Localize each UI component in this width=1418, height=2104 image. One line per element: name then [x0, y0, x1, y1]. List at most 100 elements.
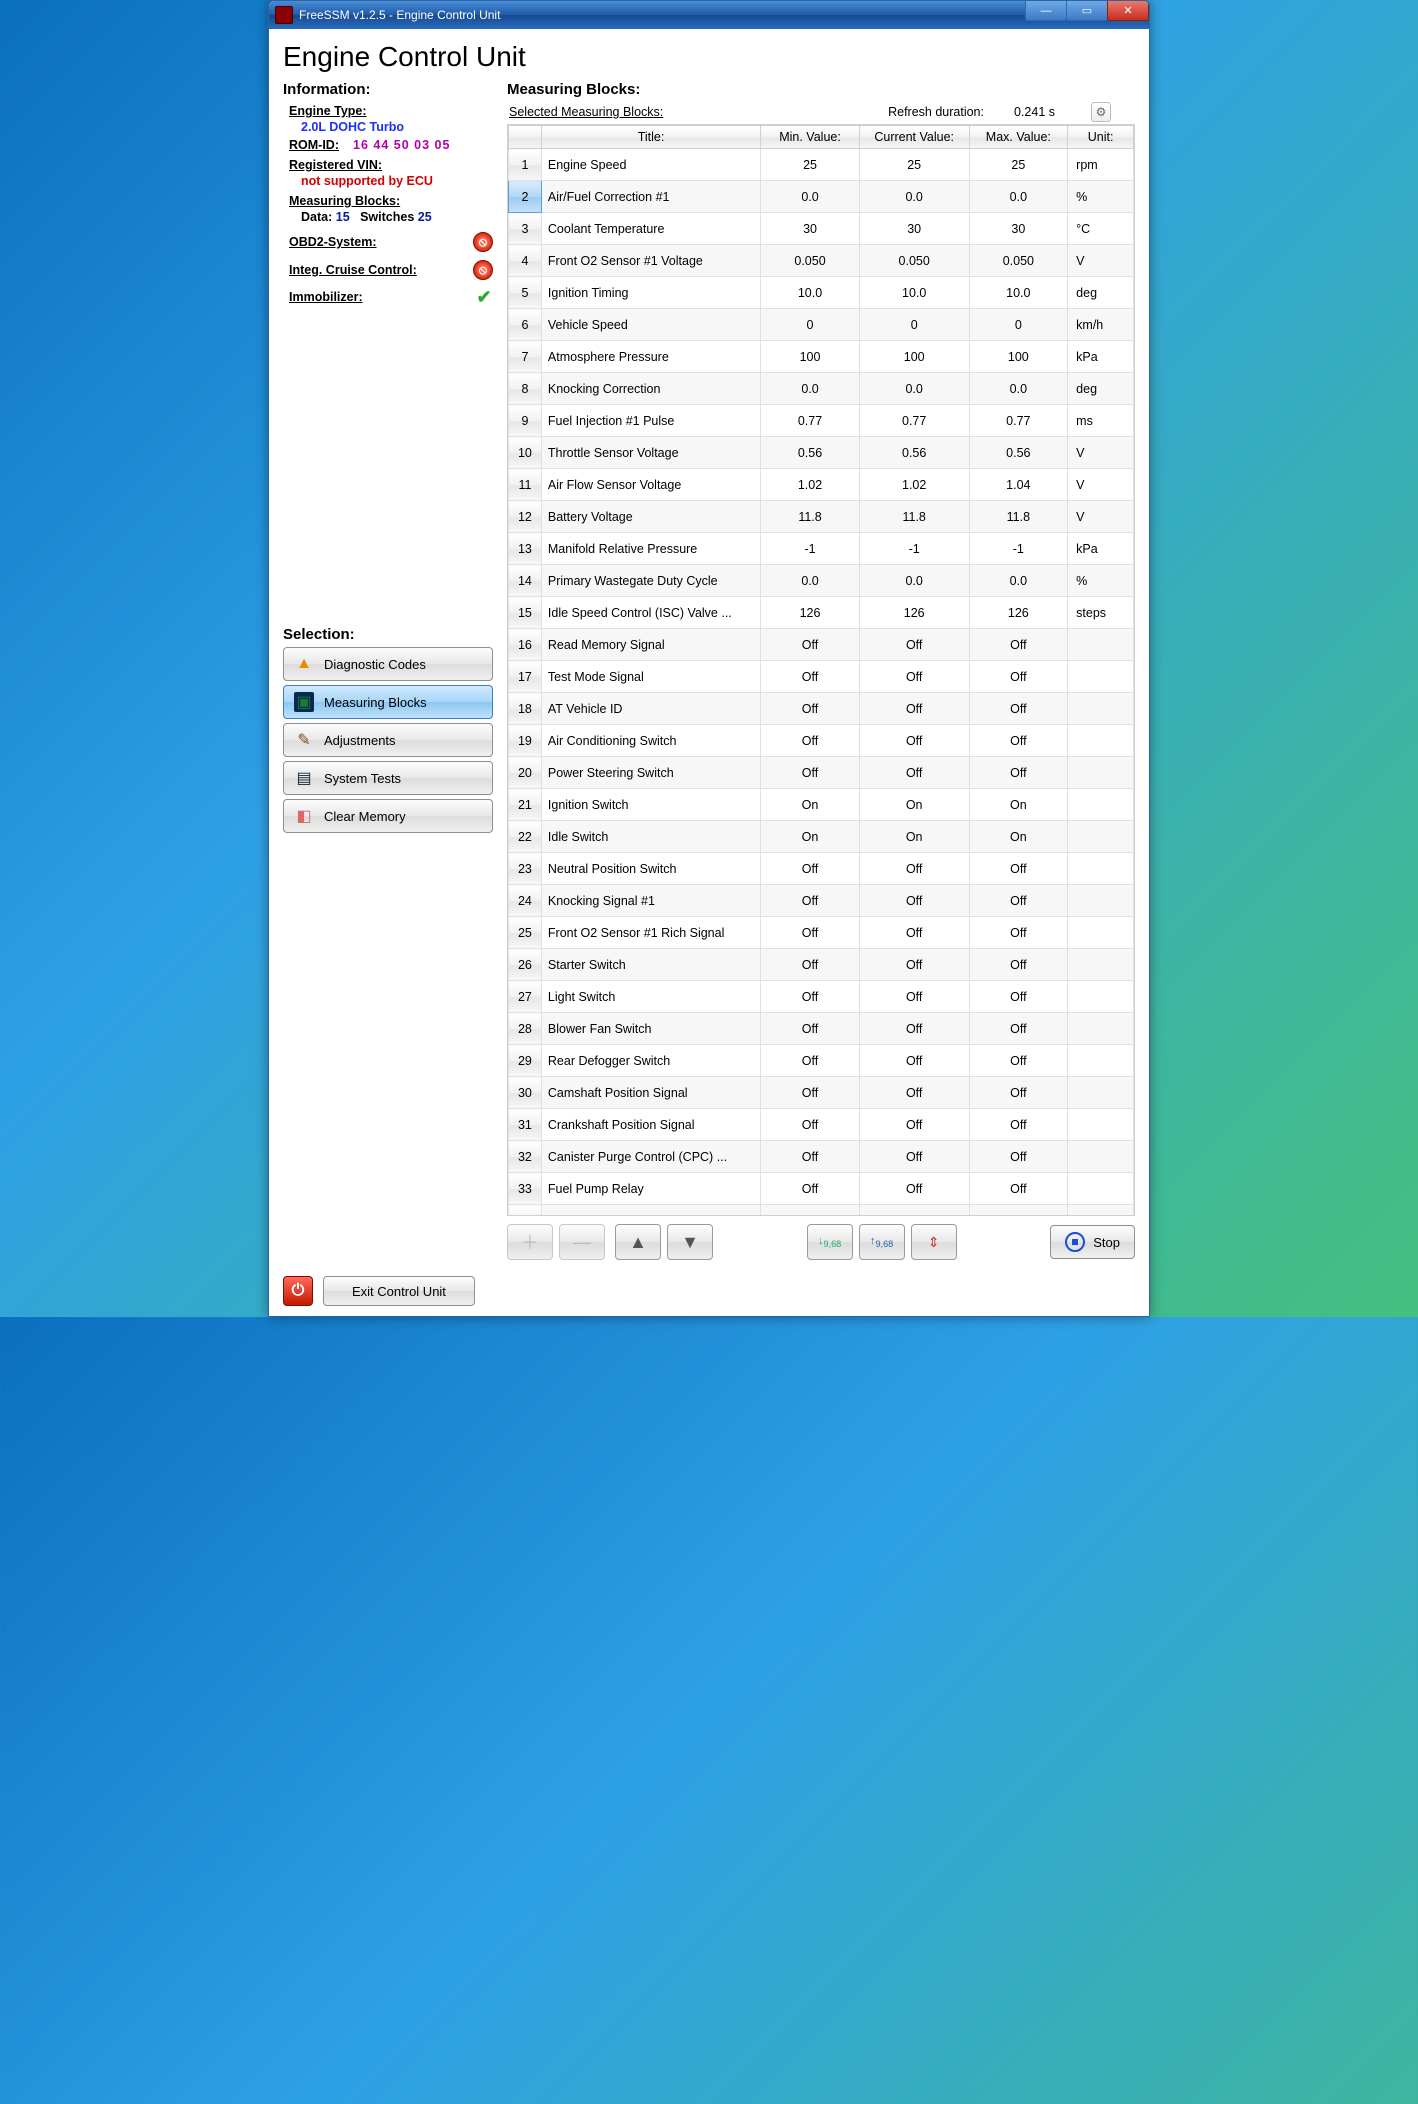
maximize-button[interactable]: ▭: [1066, 1, 1108, 21]
row-index[interactable]: 32: [509, 1141, 542, 1173]
table-row[interactable]: 14Primary Wastegate Duty Cycle0.00.00.0%: [509, 565, 1134, 597]
minimize-button[interactable]: —: [1025, 1, 1067, 21]
table-row[interactable]: 31Crankshaft Position SignalOffOffOff: [509, 1109, 1134, 1141]
table-row[interactable]: 19Air Conditioning SwitchOffOffOff: [509, 725, 1134, 757]
table-row[interactable]: 5Ignition Timing10.010.010.0deg: [509, 277, 1134, 309]
row-index[interactable]: 13: [509, 533, 542, 565]
row-index[interactable]: 14: [509, 565, 542, 597]
row-index[interactable]: 26: [509, 949, 542, 981]
exit-control-unit-button[interactable]: Exit Control Unit: [323, 1276, 475, 1306]
col-unit[interactable]: Unit:: [1068, 126, 1134, 149]
table-row[interactable]: 6Vehicle Speed000km/h: [509, 309, 1134, 341]
table-row[interactable]: 25Front O2 Sensor #1 Rich SignalOffOffOf…: [509, 917, 1134, 949]
table-row[interactable]: 18AT Vehicle IDOffOffOff: [509, 693, 1134, 725]
table-row[interactable]: 24Knocking Signal #1OffOffOff: [509, 885, 1134, 917]
row-index[interactable]: 28: [509, 1013, 542, 1045]
table-row[interactable]: 17Test Mode SignalOffOffOff: [509, 661, 1134, 693]
col-current[interactable]: Current Value:: [859, 126, 969, 149]
clear-memory-button[interactable]: ◧ Clear Memory: [283, 799, 493, 833]
system-tests-button[interactable]: ▤ System Tests: [283, 761, 493, 795]
table-row[interactable]: 20Power Steering SwitchOffOffOff: [509, 757, 1134, 789]
row-current: Off: [859, 1141, 969, 1173]
table-row[interactable]: 15Idle Speed Control (ISC) Valve ...1261…: [509, 597, 1134, 629]
table-row[interactable]: 28Blower Fan SwitchOffOffOff: [509, 1013, 1134, 1045]
table-row[interactable]: 32Canister Purge Control (CPC) ...OffOff…: [509, 1141, 1134, 1173]
row-index[interactable]: 12: [509, 501, 542, 533]
table-row[interactable]: 7Atmosphere Pressure100100100kPa: [509, 341, 1134, 373]
row-index[interactable]: 33: [509, 1173, 542, 1205]
row-index[interactable]: 9: [509, 405, 542, 437]
row-index[interactable]: 31: [509, 1109, 542, 1141]
close-button[interactable]: ✕: [1107, 1, 1149, 21]
row-index[interactable]: 30: [509, 1077, 542, 1109]
row-index[interactable]: 29: [509, 1045, 542, 1077]
mb-table-scroll[interactable]: Title: Min. Value: Current Value: Max. V…: [508, 125, 1134, 1215]
row-index[interactable]: 15: [509, 597, 542, 629]
table-row[interactable]: 13Manifold Relative Pressure-1-1-1kPa: [509, 533, 1134, 565]
titlebar[interactable]: FreeSSM v1.2.5 - Engine Control Unit — ▭…: [269, 1, 1149, 29]
reset-all-button[interactable]: ⇕: [911, 1224, 957, 1260]
add-block-button[interactable]: ＋: [507, 1224, 553, 1260]
row-index[interactable]: 23: [509, 853, 542, 885]
obd2-label: OBD2-System:: [289, 235, 377, 249]
table-row[interactable]: 11Air Flow Sensor Voltage1.021.021.04V: [509, 469, 1134, 501]
row-index[interactable]: 4: [509, 245, 542, 277]
row-index[interactable]: 2: [509, 181, 542, 213]
max-reset-button[interactable]: ↑9,68: [859, 1224, 905, 1260]
adjustments-button[interactable]: ✎ Adjustments: [283, 723, 493, 757]
remove-block-button[interactable]: —: [559, 1224, 605, 1260]
row-index[interactable]: 6: [509, 309, 542, 341]
row-index[interactable]: 5: [509, 277, 542, 309]
row-index[interactable]: 27: [509, 981, 542, 1013]
table-row[interactable]: 33Fuel Pump RelayOffOffOff: [509, 1173, 1134, 1205]
table-row[interactable]: 4Front O2 Sensor #1 Voltage0.0500.0500.0…: [509, 245, 1134, 277]
table-row[interactable]: 8Knocking Correction0.00.00.0deg: [509, 373, 1134, 405]
measuring-blocks-button[interactable]: ▣ Measuring Blocks: [283, 685, 493, 719]
move-up-button[interactable]: ▲: [615, 1224, 661, 1260]
row-index[interactable]: 22: [509, 821, 542, 853]
table-row[interactable]: 26Starter SwitchOffOffOff: [509, 949, 1134, 981]
table-row[interactable]: 30Camshaft Position SignalOffOffOff: [509, 1077, 1134, 1109]
table-row[interactable]: 23Neutral Position SwitchOffOffOff: [509, 853, 1134, 885]
row-index[interactable]: 21: [509, 789, 542, 821]
table-row[interactable]: 22Idle SwitchOnOnOn: [509, 821, 1134, 853]
row-index[interactable]: 1: [509, 149, 542, 181]
table-row[interactable]: 21Ignition SwitchOnOnOn: [509, 789, 1134, 821]
row-index[interactable]: 3: [509, 213, 542, 245]
table-row[interactable]: 10Throttle Sensor Voltage0.560.560.56V: [509, 437, 1134, 469]
row-index[interactable]: 19: [509, 725, 542, 757]
col-title[interactable]: Title:: [541, 126, 760, 149]
table-row[interactable]: 27Light SwitchOffOffOff: [509, 981, 1134, 1013]
table-row[interactable]: 29Rear Defogger SwitchOffOffOff: [509, 1045, 1134, 1077]
table-row[interactable]: 3Coolant Temperature303030°C: [509, 213, 1134, 245]
table-row[interactable]: 34Radiator Fan Relay #2OffOffOff: [509, 1205, 1134, 1216]
row-index[interactable]: 7: [509, 341, 542, 373]
stop-button[interactable]: Stop: [1050, 1225, 1135, 1259]
row-index[interactable]: 11: [509, 469, 542, 501]
move-down-button[interactable]: ▼: [667, 1224, 713, 1260]
table-row[interactable]: 16Read Memory SignalOffOffOff: [509, 629, 1134, 661]
row-index[interactable]: 17: [509, 661, 542, 693]
table-row[interactable]: 2Air/Fuel Correction #10.00.00.0%: [509, 181, 1134, 213]
row-min: Off: [761, 917, 860, 949]
row-title: Air Conditioning Switch: [541, 725, 760, 757]
row-index[interactable]: 18: [509, 693, 542, 725]
min-reset-button[interactable]: ↓9,68: [807, 1224, 853, 1260]
table-row[interactable]: 9Fuel Injection #1 Pulse0.770.770.77ms: [509, 405, 1134, 437]
row-index[interactable]: 20: [509, 757, 542, 789]
row-index[interactable]: 34: [509, 1205, 542, 1216]
col-min[interactable]: Min. Value:: [761, 126, 860, 149]
table-row[interactable]: 1Engine Speed252525rpm: [509, 149, 1134, 181]
refresh-settings-button[interactable]: ⚙: [1091, 102, 1111, 122]
row-index[interactable]: 16: [509, 629, 542, 661]
row-index[interactable]: 10: [509, 437, 542, 469]
diagnostic-codes-button[interactable]: ▲ Diagnostic Codes: [283, 647, 493, 681]
row-index[interactable]: 25: [509, 917, 542, 949]
row-current: 0.050: [859, 245, 969, 277]
col-index[interactable]: [509, 126, 542, 149]
row-index[interactable]: 8: [509, 373, 542, 405]
row-index[interactable]: 24: [509, 885, 542, 917]
row-unit: °C: [1068, 213, 1134, 245]
col-max[interactable]: Max. Value:: [969, 126, 1068, 149]
table-row[interactable]: 12Battery Voltage11.811.811.8V: [509, 501, 1134, 533]
